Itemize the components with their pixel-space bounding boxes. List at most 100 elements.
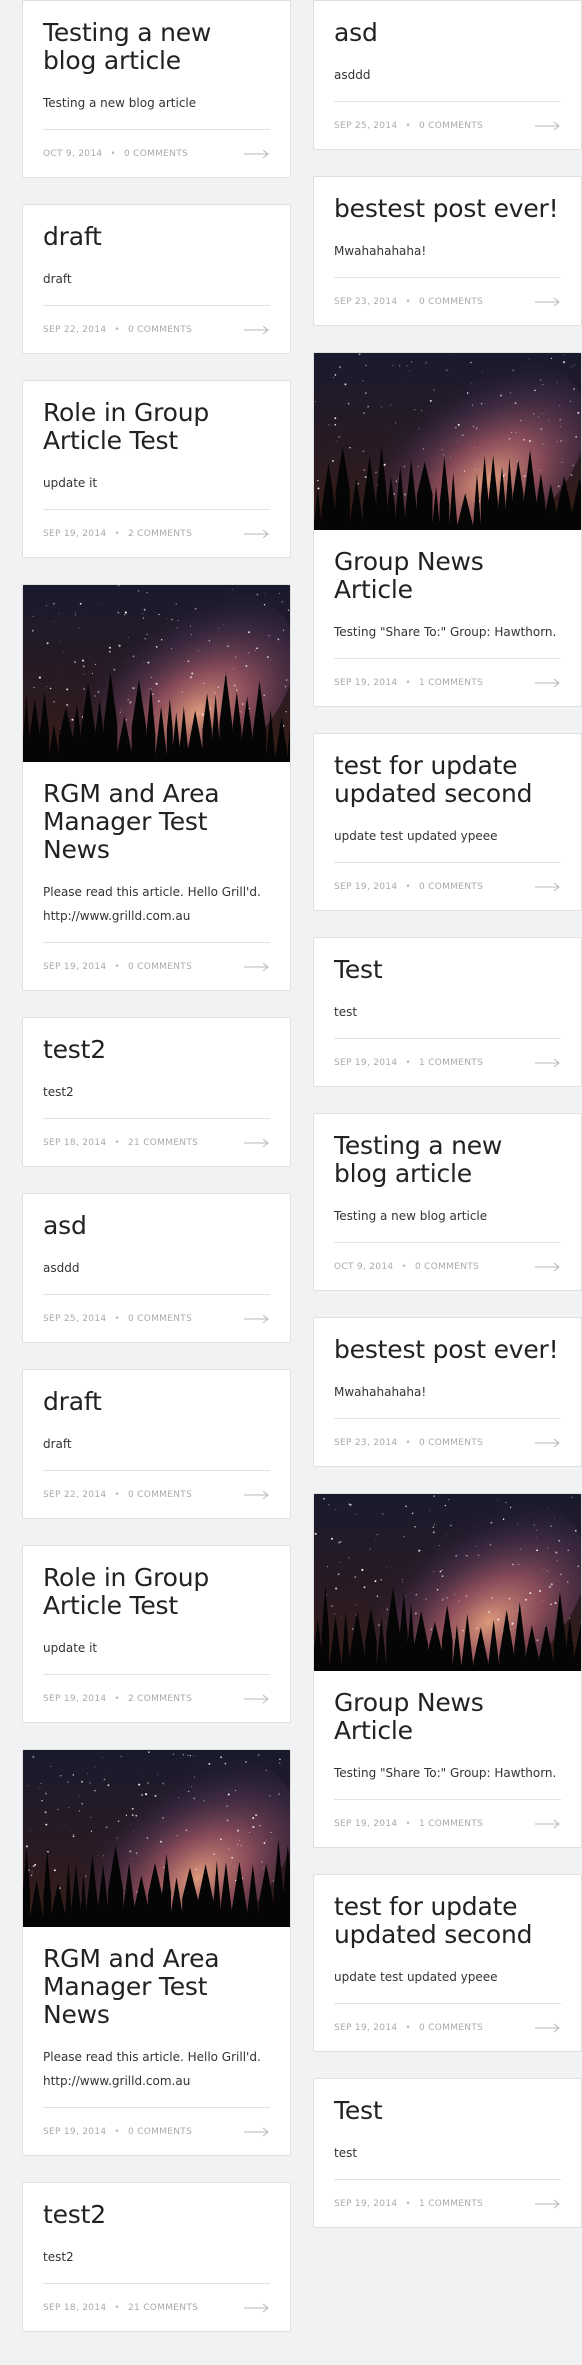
- post-title[interactable]: test for update updated second: [334, 1893, 561, 1949]
- post-comments-link[interactable]: 2 COMMENTS: [128, 529, 192, 539]
- meta-separator: •: [405, 296, 411, 307]
- post-excerpt: update it: [43, 476, 98, 490]
- post-comments-link[interactable]: 0 COMMENTS: [128, 1490, 192, 1500]
- blog-post-card[interactable]: Group News Article Testing "Share To:" G…: [313, 352, 582, 707]
- long-arrow-right-icon[interactable]: [244, 1138, 270, 1148]
- blog-post-card[interactable]: test for update updated second update te…: [313, 1874, 582, 2052]
- meta-separator: •: [405, 1818, 411, 1829]
- post-thumbnail-image[interactable]: [23, 1750, 290, 1927]
- post-meta: SEP 18, 2014 • 21 COMMENTS: [43, 1118, 270, 1166]
- long-arrow-right-icon[interactable]: [535, 2023, 561, 2033]
- post-comments-link[interactable]: 0 COMMENTS: [419, 2023, 483, 2033]
- post-comments-link[interactable]: 0 COMMENTS: [419, 121, 483, 131]
- post-card-body: asd asddd SEP 25, 2014 • 0 COMMENTS: [314, 1, 581, 149]
- blog-post-card[interactable]: bestest post ever! Mwahahahaha! SEP 23, …: [313, 1317, 582, 1467]
- long-arrow-right-icon[interactable]: [244, 1694, 270, 1704]
- long-arrow-right-icon[interactable]: [244, 529, 270, 539]
- post-thumbnail-image[interactable]: [314, 353, 581, 530]
- blog-post-card[interactable]: Group News Article Testing "Share To:" G…: [313, 1493, 582, 1848]
- post-excerpt: Please read this article. Hello Grill'd.…: [43, 2050, 261, 2088]
- post-title[interactable]: draft: [43, 1388, 270, 1416]
- post-title[interactable]: Group News Article: [334, 1689, 561, 1745]
- long-arrow-right-icon[interactable]: [535, 678, 561, 688]
- post-meta: SEP 19, 2014 • 0 COMMENTS: [334, 862, 561, 910]
- post-excerpt: test2: [43, 1085, 74, 1099]
- post-title[interactable]: test for update updated second: [334, 752, 561, 808]
- blog-post-card[interactable]: RGM and Area Manager Test News Please re…: [22, 584, 291, 991]
- post-thumbnail-image[interactable]: [23, 585, 290, 762]
- post-meta: SEP 19, 2014 • 0 COMMENTS: [43, 2107, 270, 2155]
- long-arrow-right-icon[interactable]: [535, 121, 561, 131]
- long-arrow-right-icon[interactable]: [244, 149, 270, 159]
- post-title[interactable]: Testing a new blog article: [334, 1132, 561, 1188]
- blog-post-card[interactable]: test2 test2 SEP 18, 2014 • 21 COMMENTS: [22, 2182, 291, 2332]
- long-arrow-right-icon[interactable]: [244, 1490, 270, 1500]
- long-arrow-right-icon[interactable]: [535, 2199, 561, 2209]
- post-comments-link[interactable]: 0 COMMENTS: [128, 962, 192, 972]
- blog-post-card[interactable]: Test test SEP 19, 2014 • 1 COMMENTS: [313, 2078, 582, 2228]
- post-card-body: Group News Article Testing "Share To:" G…: [314, 1671, 581, 1847]
- long-arrow-right-icon[interactable]: [244, 962, 270, 972]
- post-comments-link[interactable]: 2 COMMENTS: [128, 1694, 192, 1704]
- long-arrow-right-icon[interactable]: [535, 1819, 561, 1829]
- long-arrow-right-icon[interactable]: [535, 297, 561, 307]
- post-comments-link[interactable]: 0 COMMENTS: [415, 1262, 479, 1272]
- post-comments-link[interactable]: 0 COMMENTS: [128, 1314, 192, 1324]
- blog-post-card[interactable]: Test test SEP 19, 2014 • 1 COMMENTS: [313, 937, 582, 1087]
- post-comments-link[interactable]: 0 COMMENTS: [128, 2127, 192, 2137]
- blog-post-card[interactable]: draft draft SEP 22, 2014 • 0 COMMENTS: [22, 204, 291, 354]
- post-title[interactable]: Testing a new blog article: [43, 19, 270, 75]
- post-comments-link[interactable]: 1 COMMENTS: [419, 1058, 483, 1068]
- blog-post-card[interactable]: Role in Group Article Test update it SEP…: [22, 1545, 291, 1723]
- post-title[interactable]: Group News Article: [334, 548, 561, 604]
- blog-post-card[interactable]: asd asddd SEP 25, 2014 • 0 COMMENTS: [22, 1193, 291, 1343]
- post-comments-link[interactable]: 0 COMMENTS: [124, 149, 188, 159]
- post-title[interactable]: RGM and Area Manager Test News: [43, 1945, 270, 2029]
- post-title[interactable]: test2: [43, 2201, 270, 2229]
- blog-post-card[interactable]: RGM and Area Manager Test News Please re…: [22, 1749, 291, 2156]
- post-title[interactable]: Role in Group Article Test: [43, 1564, 270, 1620]
- post-title[interactable]: asd: [334, 19, 561, 47]
- post-title[interactable]: bestest post ever!: [334, 195, 561, 223]
- post-title[interactable]: asd: [43, 1212, 270, 1240]
- long-arrow-right-icon[interactable]: [535, 1262, 561, 1272]
- post-title[interactable]: Test: [334, 2097, 561, 2125]
- post-comments-link[interactable]: 0 COMMENTS: [419, 882, 483, 892]
- long-arrow-right-icon[interactable]: [535, 1438, 561, 1448]
- blog-post-card[interactable]: test for update updated second update te…: [313, 733, 582, 911]
- blog-post-card[interactable]: Testing a new blog article Testing a new…: [22, 0, 291, 178]
- post-comments-link[interactable]: 0 COMMENTS: [419, 1438, 483, 1448]
- post-date: SEP 22, 2014: [43, 1489, 107, 1500]
- blog-post-card[interactable]: bestest post ever! Mwahahahaha! SEP 23, …: [313, 176, 582, 326]
- blog-post-card[interactable]: Testing a new blog article Testing a new…: [313, 1113, 582, 1291]
- post-card-body: test for update updated second update te…: [314, 734, 581, 910]
- post-title[interactable]: Test: [334, 956, 561, 984]
- post-date: SEP 19, 2014: [334, 2022, 398, 2033]
- post-comments-link[interactable]: 1 COMMENTS: [419, 2199, 483, 2209]
- post-title[interactable]: draft: [43, 223, 270, 251]
- post-comments-link[interactable]: 0 COMMENTS: [128, 325, 192, 335]
- post-thumbnail-image[interactable]: [314, 1494, 581, 1671]
- long-arrow-right-icon[interactable]: [535, 882, 561, 892]
- post-card-body: RGM and Area Manager Test News Please re…: [23, 762, 290, 990]
- post-comments-link[interactable]: 0 COMMENTS: [419, 297, 483, 307]
- blog-post-card[interactable]: Role in Group Article Test update it SEP…: [22, 380, 291, 558]
- long-arrow-right-icon[interactable]: [244, 2303, 270, 2313]
- post-comments-link[interactable]: 1 COMMENTS: [419, 1819, 483, 1829]
- long-arrow-right-icon[interactable]: [244, 1314, 270, 1324]
- post-comments-link[interactable]: 21 COMMENTS: [128, 2303, 198, 2313]
- post-title[interactable]: RGM and Area Manager Test News: [43, 780, 270, 864]
- post-date: SEP 19, 2014: [334, 1818, 398, 1829]
- post-title[interactable]: bestest post ever!: [334, 1336, 561, 1364]
- long-arrow-right-icon[interactable]: [244, 325, 270, 335]
- blog-post-card[interactable]: asd asddd SEP 25, 2014 • 0 COMMENTS: [313, 0, 582, 150]
- long-arrow-right-icon[interactable]: [535, 1058, 561, 1068]
- post-comments-link[interactable]: 1 COMMENTS: [419, 678, 483, 688]
- post-comments-link[interactable]: 21 COMMENTS: [128, 1138, 198, 1148]
- post-card-body: draft draft SEP 22, 2014 • 0 COMMENTS: [23, 1370, 290, 1518]
- post-title[interactable]: test2: [43, 1036, 270, 1064]
- post-title[interactable]: Role in Group Article Test: [43, 399, 270, 455]
- blog-post-card[interactable]: test2 test2 SEP 18, 2014 • 21 COMMENTS: [22, 1017, 291, 1167]
- long-arrow-right-icon[interactable]: [244, 2127, 270, 2137]
- blog-post-card[interactable]: draft draft SEP 22, 2014 • 0 COMMENTS: [22, 1369, 291, 1519]
